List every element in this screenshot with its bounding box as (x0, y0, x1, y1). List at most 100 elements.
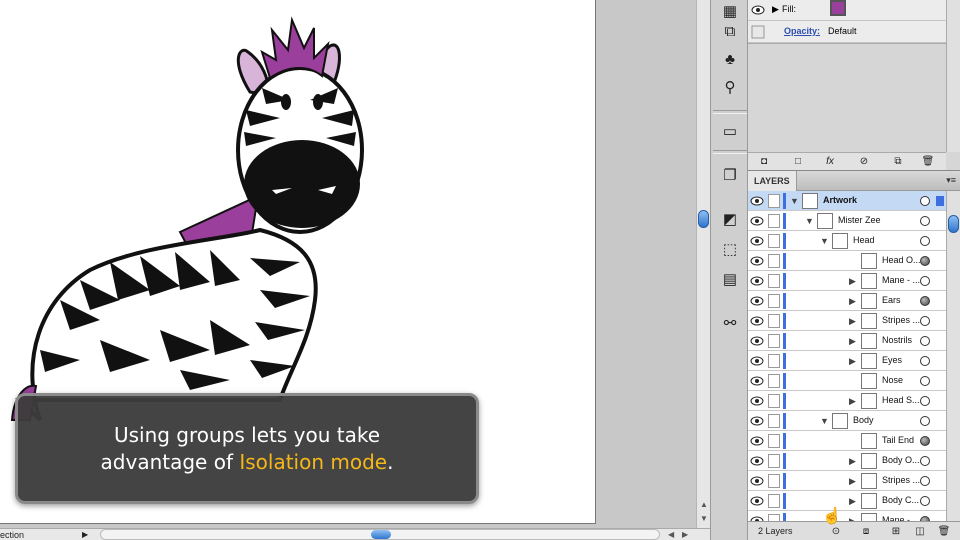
align-left-icon[interactable]: ▤ (719, 268, 741, 290)
lock-toggle[interactable] (768, 394, 780, 408)
layer-name[interactable]: Eyes (882, 355, 902, 365)
copy-icon[interactable]: ❐ (719, 164, 741, 186)
eye-icon[interactable] (750, 254, 764, 268)
eye-icon[interactable] (750, 454, 764, 468)
eye-icon[interactable] (750, 234, 764, 248)
layer-row[interactable]: ▼ Head (748, 231, 946, 251)
opacity-row[interactable]: Opacity: Default (748, 22, 946, 43)
expand-closed-icon[interactable]: ▶ (849, 455, 859, 467)
lock-toggle[interactable] (768, 274, 780, 288)
eye-icon[interactable] (750, 374, 764, 388)
layer-row[interactable]: Tail End (748, 431, 946, 451)
selection-marker[interactable] (936, 476, 944, 486)
layer-name[interactable]: Ears (882, 295, 901, 305)
lock-toggle[interactable] (768, 294, 780, 308)
layer-row[interactable]: Nose (748, 371, 946, 391)
layer-name[interactable]: Mane - ... (882, 275, 920, 285)
target-icon[interactable] (920, 216, 930, 226)
puppet-icon[interactable]: ⚲ (719, 76, 741, 98)
document-canvas[interactable]: Using groups lets you take advantage of … (0, 0, 710, 540)
eye-icon[interactable] (750, 294, 764, 308)
no-icon[interactable]: ⊘ (856, 155, 872, 169)
canvas-vscroll-thumb[interactable] (698, 210, 709, 228)
selection-marker[interactable] (936, 456, 944, 466)
layer-row[interactable]: ▶ Stripes ... (748, 311, 946, 331)
transform-box-icon[interactable]: ⬚ (719, 238, 741, 260)
expand-closed-icon[interactable]: ▶ (849, 315, 859, 327)
layer-row[interactable]: ▶ Ears (748, 291, 946, 311)
layer-row[interactable]: ▼ Mister Zee (748, 211, 946, 231)
new-sublayer-icon[interactable]: ⊞ (888, 525, 904, 539)
lock-toggle[interactable] (768, 494, 780, 508)
layer-name[interactable]: Body C... (882, 495, 919, 505)
selection-marker[interactable] (936, 256, 944, 266)
target-icon[interactable] (920, 356, 930, 366)
eye-icon[interactable] (750, 474, 764, 488)
selection-marker[interactable] (936, 336, 944, 346)
eye-icon[interactable] (751, 25, 765, 39)
make-clipping-mask-icon[interactable]: ⧈ (858, 525, 874, 539)
layer-name[interactable]: Head S... (882, 395, 920, 405)
layer-name[interactable]: Body O... (882, 455, 920, 465)
layers-list[interactable]: ▼ Artwork ▼ Mister Zee ▼ Head Head O... ▶ Mane -… (748, 191, 946, 521)
layer-name[interactable]: Nostrils (882, 335, 912, 345)
target-icon[interactable] (920, 316, 930, 326)
canvas-vertical-scrollbar[interactable]: ▲ ▼ (696, 0, 710, 528)
target-icon[interactable] (920, 256, 930, 266)
target-icon[interactable] (920, 236, 930, 246)
appearance-scrollbar[interactable] (946, 0, 960, 152)
eye-icon[interactable] (750, 514, 764, 521)
selection-marker[interactable] (936, 356, 944, 366)
lock-toggle[interactable] (768, 474, 780, 488)
lock-toggle[interactable] (768, 414, 780, 428)
layer-row[interactable]: ▶ Nostrils (748, 331, 946, 351)
layer-row[interactable]: ▶ Eyes (748, 351, 946, 371)
target-icon[interactable] (920, 416, 930, 426)
expand-closed-icon[interactable]: ▶ (849, 295, 859, 307)
eye-icon[interactable] (750, 334, 764, 348)
target-icon[interactable] (920, 376, 930, 386)
scroll-left-arrow-icon[interactable]: ◀ (668, 529, 674, 540)
target-icon[interactable] (920, 456, 930, 466)
link-icon[interactable]: ⚯ (719, 312, 741, 334)
fx-icon[interactable]: fx (822, 155, 838, 169)
layer-name[interactable]: Mister Zee (838, 215, 881, 225)
layer-row[interactable]: ▶ Mane - ... (748, 511, 946, 521)
target-icon[interactable] (920, 396, 930, 406)
eye-icon[interactable] (750, 354, 764, 368)
gradient-icon[interactable]: ▭ (719, 120, 741, 142)
target-icon[interactable] (920, 336, 930, 346)
lock-toggle[interactable] (768, 514, 780, 521)
selection-marker[interactable] (936, 436, 944, 446)
layer-name[interactable]: Stripes ... (882, 315, 920, 325)
selection-marker[interactable] (936, 296, 944, 306)
play-triangle-icon[interactable]: ▶ (82, 529, 88, 540)
layer-name[interactable]: Head O... (882, 255, 921, 265)
lock-toggle[interactable] (768, 374, 780, 388)
eye-icon[interactable] (750, 214, 764, 228)
layer-row[interactable]: ▶ Stripes ... (748, 471, 946, 491)
opacity-link[interactable]: Opacity: (784, 26, 820, 36)
canvas-hscroll-thumb[interactable] (371, 530, 391, 539)
fill-expand-icon[interactable]: ▶ (772, 4, 779, 15)
status-tool-text[interactable]: ection (0, 529, 24, 540)
clear-icon[interactable]: □ (790, 155, 806, 169)
selection-marker[interactable] (936, 396, 944, 406)
scroll-right-arrow-icon[interactable]: ▶ (682, 529, 688, 540)
scroll-down-arrow-icon[interactable]: ▼ (699, 514, 709, 524)
selection-marker[interactable] (936, 276, 944, 286)
expand-closed-icon[interactable]: ▶ (849, 495, 859, 507)
lock-toggle[interactable] (768, 214, 780, 228)
delete-layer-icon[interactable]: 🗑 (936, 525, 952, 539)
expand-open-icon[interactable]: ▼ (790, 195, 800, 207)
lock-toggle[interactable] (768, 254, 780, 268)
canvas-horizontal-scrollbar[interactable] (100, 529, 660, 540)
layer-row[interactable]: ▶ Mane - ... (748, 271, 946, 291)
selection-marker[interactable] (936, 376, 944, 386)
eye-icon[interactable] (750, 494, 764, 508)
expand-closed-icon[interactable]: ▶ (849, 275, 859, 287)
expand-closed-icon[interactable]: ▶ (849, 395, 859, 407)
target-icon[interactable] (920, 276, 930, 286)
eye-icon[interactable] (750, 274, 764, 288)
selection-marker[interactable] (936, 236, 944, 246)
